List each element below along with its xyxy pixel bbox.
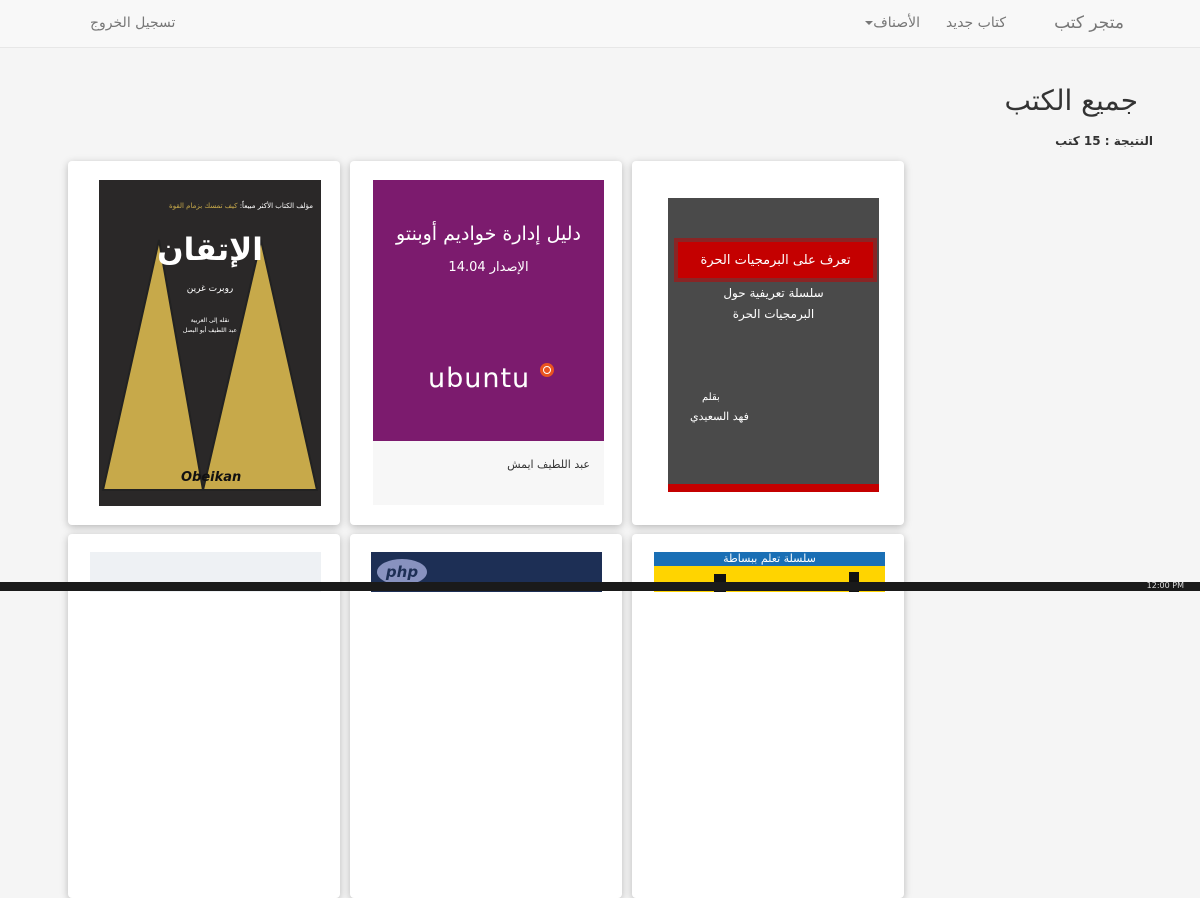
cover-title: تعرف على البرمجيات الحرة: [678, 242, 873, 278]
logout-link[interactable]: تسجيل الخروج: [90, 15, 175, 31]
cover-band: سلسلة تعلم ببساطة: [654, 552, 885, 566]
cover-edition: الإصدار 14.04: [448, 260, 529, 275]
nav-new-book[interactable]: كتاب جديد: [946, 15, 1006, 31]
book-card[interactable]: دليل إدارة خواديم أوبنتو الإصدار 14.04 u…: [350, 161, 622, 525]
cover-translator: عبد اللطيف أبو البصل: [182, 327, 238, 334]
cover-author: فهد السعيدي: [690, 410, 749, 423]
cover-title: الإتقان: [157, 232, 263, 268]
cover-title: دليل إدارة خواديم أوبنتو: [396, 223, 581, 245]
taskbar: 12:00 PM: [0, 581, 1200, 591]
cover-author: روبرت غرين: [186, 284, 234, 294]
cover-translation: نقله إلى العربية: [190, 317, 230, 324]
cover-strip: [668, 194, 879, 198]
brand-link[interactable]: متجر كتب: [1054, 13, 1124, 33]
cover-subtitle: البرمجيات الحرة: [732, 307, 815, 321]
book-cover[interactable]: تعرف على البرمجيات الحرة سلسلة تعريفية ح…: [668, 194, 879, 492]
cover-triangles: [101, 239, 319, 491]
publisher-logo: Obeikan: [181, 470, 242, 485]
book-card[interactable]: تعرف على البرمجيات الحرة سلسلة تعريفية ح…: [632, 161, 904, 525]
cover-by: بقلم: [702, 392, 720, 403]
cover-blurb: مؤلف الكتاب الأكثر مبيعاً: كيف تمسك بزما…: [169, 202, 313, 210]
ubuntu-logo: ubuntu: [428, 363, 531, 394]
book-card[interactable]: مؤلف الكتاب الأكثر مبيعاً: كيف تمسك بزما…: [68, 161, 340, 525]
ubuntu-circle-icon: [540, 363, 554, 377]
result-count: النتيجة : 15 كتب: [1055, 134, 1153, 148]
book-cover[interactable]: مؤلف الكتاب الأكثر مبيعاً: كيف تمسك بزما…: [99, 180, 321, 506]
cover-subtitle: سلسلة تعريفية حول: [723, 286, 824, 300]
page-title: جميع الكتب: [1004, 84, 1138, 117]
book-cover[interactable]: دليل إدارة خواديم أوبنتو الإصدار 14.04 u…: [373, 180, 604, 441]
nav-categories-label: الأصناف: [873, 15, 920, 31]
taskbar-clock: 12:00 PM: [1146, 581, 1184, 590]
cover-strip: [668, 484, 879, 492]
navbar: متجر كتب كتاب جديد الأصناف تسجيل الخروج: [0, 0, 1200, 48]
book-author: عبد اللطيف ايمش: [507, 458, 590, 471]
nav-categories-dropdown[interactable]: الأصناف: [860, 15, 920, 31]
book-meta: عبد اللطيف ايمش: [373, 441, 604, 505]
